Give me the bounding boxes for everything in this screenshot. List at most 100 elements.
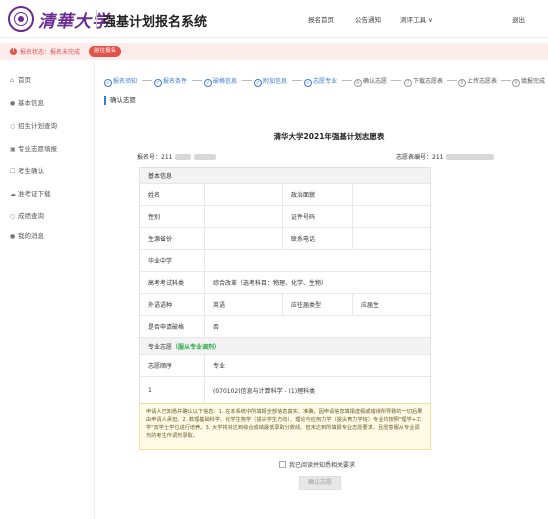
step-1: ✓ 报名须知 <box>104 78 138 87</box>
nav-tools-dropdown[interactable]: 测评工具 ∨ <box>400 14 433 24</box>
table-row: 生源省份 联系电话 <box>140 228 430 250</box>
language-value: 英语 <box>204 294 282 315</box>
agree-label: 我已阅读并知悉相关要求 <box>289 462 356 469</box>
id-label: 证件号码 <box>282 206 352 227</box>
major-column-header: 专业 <box>204 355 432 376</box>
confirm-icon: ☐ <box>10 168 16 175</box>
major-value: (070102)信息与计算科学 - (1)理科类 <box>204 377 432 403</box>
step-connector <box>142 80 152 81</box>
table-row: 外语语种 英语 应往届类型 应届生 <box>140 294 430 316</box>
confirm-application-button[interactable]: 确认志愿 <box>299 476 341 490</box>
step-3: ✓ 破格信息 <box>204 78 238 87</box>
graduate-type-label: 应往届类型 <box>282 294 352 315</box>
alert-icon: ! <box>10 48 17 55</box>
subjects-label: 高考考试科类 <box>148 280 185 287</box>
sidebar-item-label: 成绩查询 <box>18 212 44 220</box>
step-7: 7 下载志愿表 <box>404 76 443 87</box>
sidebar-item-messages[interactable]: ● 我的消息 <box>10 230 44 240</box>
search-icon: ○ <box>10 123 16 130</box>
gender-label: 性别 <box>148 214 161 221</box>
table-row: 性别 证件号码 <box>140 206 430 228</box>
politics-label: 政治面貌 <box>282 184 352 205</box>
nav-home-link[interactable]: 报名首页 <box>308 14 334 24</box>
step-connector <box>391 80 401 81</box>
graduate-type-value: 应届生 <box>352 294 432 315</box>
major-adjust-note: （服从专业调剂） <box>172 343 221 351</box>
table-row: 1 (070102)信息与计算科学 - (1)理科类 <box>140 377 430 403</box>
section-title: 确认志愿 <box>104 96 136 105</box>
notice-box: 申请人已知悉并确认以下信息：1. 在本系统中所填报全部信息真实、准确，因申请信息… <box>139 403 431 450</box>
phone-label: 联系电话 <box>282 228 352 249</box>
school-value <box>204 250 432 271</box>
sidebar-item-plan-query[interactable]: ○ 招生计划查询 <box>10 120 57 130</box>
sidebar-item-home[interactable]: ⌂ 首页 <box>10 74 31 84</box>
top-header: 清華大学 强基计划报名系统 报名首页 公告通知 测评工具 ∨ 退出 <box>0 0 548 38</box>
home-icon: ⌂ <box>10 77 14 84</box>
logo-divider <box>96 10 97 28</box>
table-section-header: 基本信息 <box>140 168 430 184</box>
language-label: 外语语种 <box>148 302 173 309</box>
id-value <box>352 206 432 227</box>
table-row: 姓名 政治面貌 <box>140 184 430 206</box>
step-connector <box>242 80 252 81</box>
user-icon: ● <box>10 100 16 107</box>
sidebar-item-label: 首页 <box>18 76 31 84</box>
table-row: 毕业中学 <box>140 250 430 272</box>
university-seal-logo <box>8 6 34 32</box>
step-connector <box>292 80 302 81</box>
status-bar: ! 报名状态：报名未完成 前往报名 <box>0 43 548 60</box>
step-connector <box>447 80 457 81</box>
logout-link[interactable]: 退出 <box>512 14 525 24</box>
edit-icon: ▣ <box>10 146 16 153</box>
sidebar-item-label: 我的消息 <box>18 232 44 240</box>
application-form-number: 志愿表编号：211 <box>396 152 495 161</box>
form-title: 清华大学2021年强基计划志愿表 <box>273 132 385 141</box>
order-column-header: 志愿顺序 <box>148 363 173 370</box>
go-register-button[interactable]: 前往报名 <box>89 46 122 57</box>
origin-label: 生源省份 <box>148 236 173 243</box>
university-logo-text: 清華大学 <box>38 12 110 32</box>
sidebar-item-score-query[interactable]: ○ 成绩查询 <box>10 210 44 220</box>
step-4: ✓ 附加信息 <box>254 78 288 87</box>
step-8: 8 上传志愿表 <box>458 76 497 87</box>
sidebar-item-basic-info[interactable]: ● 基本信息 <box>10 97 44 107</box>
order-value: 1 <box>148 386 152 394</box>
name-value <box>204 184 282 205</box>
download-icon: ☁ <box>10 191 16 198</box>
checkbox-square[interactable] <box>279 461 286 468</box>
sidebar-item-label: 招生计划查询 <box>18 122 57 130</box>
step-connector <box>342 80 352 81</box>
sidebar-item-candidate-confirm[interactable]: ☐ 考生确认 <box>10 165 44 175</box>
table-header-row: 志愿顺序 专业 <box>140 355 430 377</box>
nav-notice-link[interactable]: 公告通知 <box>355 14 381 24</box>
phone-value <box>352 228 432 249</box>
basic-info-header: 基本信息 <box>148 173 173 180</box>
subjects-value: 综合改革（选考科目：物理、化学、生物） <box>204 272 432 293</box>
app-title: 强基计划报名系统 <box>103 15 208 30</box>
agree-checkbox[interactable]: 我已阅读并知悉相关要求 <box>279 460 355 469</box>
step-9: 9 填报完成 <box>512 76 545 87</box>
name-label: 姓名 <box>148 192 161 199</box>
exception-value: 否 <box>204 316 432 337</box>
sidebar-item-label: 考生确认 <box>18 167 44 175</box>
gender-value <box>204 206 282 227</box>
table-row: 是否申请破格 否 <box>140 316 430 338</box>
table-section-header: 专业志愿 （服从专业调剂） <box>140 338 430 355</box>
step-connector <box>192 80 202 81</box>
table-row: 高考考试科类 综合改革（选考科目：物理、化学、生物） <box>140 272 430 294</box>
search-icon: ○ <box>10 213 16 220</box>
sidebar-item-label: 准考证下载 <box>18 190 51 198</box>
step-2: ✓ 报名条件 <box>154 78 188 87</box>
sidebar-item-ticket-download[interactable]: ☁ 准考证下载 <box>10 188 51 198</box>
bell-icon: ● <box>10 233 16 240</box>
step-6: 6 确认志愿 <box>354 76 387 87</box>
application-table: 基本信息 姓名 政治面貌 性别 证件号码 生源省份 联系电话 毕业中学 高考考试… <box>139 167 431 404</box>
sidebar-item-label: 基本信息 <box>18 99 44 107</box>
school-label: 毕业中学 <box>148 258 173 265</box>
major-header: 专业志愿 （服从专业调剂） <box>148 343 221 351</box>
sidebar-item-label: 专业志愿填报 <box>18 145 57 153</box>
status-text: 报名状态：报名未完成 <box>20 49 81 56</box>
sidebar-item-major-application[interactable]: ▣ 专业志愿填报 <box>10 143 57 153</box>
origin-value <box>204 228 282 249</box>
step-5: ✓ 志愿专业 <box>304 78 338 87</box>
